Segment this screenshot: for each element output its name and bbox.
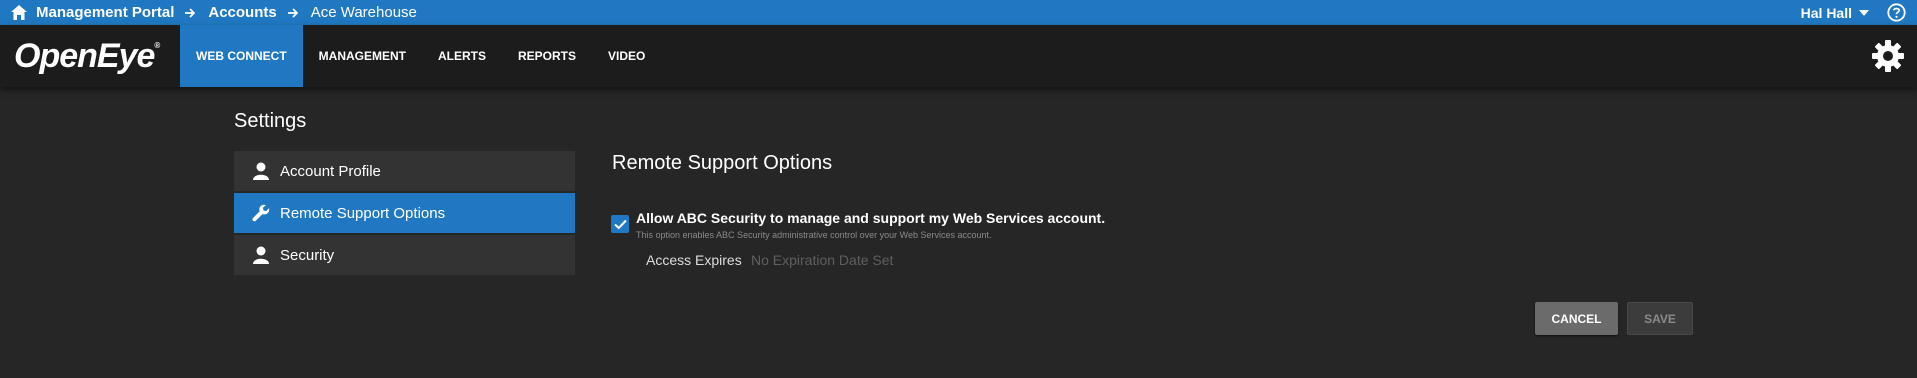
- help-icon[interactable]: [1887, 3, 1906, 22]
- check-icon: [613, 219, 627, 229]
- arrow-right-icon: [184, 6, 198, 20]
- panel-title: Remote Support Options: [612, 152, 833, 174]
- menu-item-label: Account Profile: [280, 162, 381, 180]
- wrench-icon: [251, 204, 270, 223]
- access-expires-label: Access Expires: [646, 252, 742, 268]
- save-button[interactable]: SAVE: [1627, 302, 1693, 335]
- cancel-button[interactable]: CANCEL: [1535, 302, 1618, 335]
- allow-support-label: Allow ABC Security to manage and support…: [636, 210, 1106, 226]
- allow-support-checkbox[interactable]: [611, 215, 629, 233]
- menu-item-label: Security: [280, 246, 335, 264]
- access-expires-value[interactable]: No Expiration Date Set: [751, 252, 893, 268]
- nav-reports[interactable]: REPORTS: [502, 25, 592, 87]
- openeye-logo[interactable]: OpenEye®: [14, 37, 160, 76]
- nav-management[interactable]: MANAGEMENT: [303, 25, 422, 87]
- menu-item-remote-support-options[interactable]: Remote Support Options: [234, 193, 575, 233]
- top-bar: Management Portal Accounts Ace Warehouse…: [0, 0, 1917, 25]
- user-icon: [251, 162, 270, 181]
- user-menu[interactable]: Hal Hall: [1801, 0, 1869, 25]
- breadcrumb-management-portal[interactable]: Management Portal: [36, 4, 174, 21]
- home-icon[interactable]: [10, 4, 28, 22]
- breadcrumb-accounts[interactable]: Accounts: [208, 4, 276, 21]
- menu-item-account-profile[interactable]: Account Profile: [234, 151, 575, 191]
- arrow-right-icon: [287, 6, 301, 20]
- user-icon: [251, 246, 270, 265]
- main-nav: OpenEye® WEB CONNECT MANAGEMENT ALERTS R…: [0, 25, 1917, 87]
- nav-web-connect[interactable]: WEB CONNECT: [180, 25, 303, 87]
- breadcrumb-ace-warehouse: Ace Warehouse: [310, 4, 417, 21]
- nav-video[interactable]: VIDEO: [592, 25, 661, 87]
- settings-title: Settings: [234, 110, 307, 132]
- allow-support-description: This option enables ABC Security adminis…: [636, 230, 992, 240]
- gear-icon[interactable]: [1871, 39, 1905, 73]
- user-name: Hal Hall: [1800, 4, 1852, 21]
- nav-items: WEB CONNECT MANAGEMENT ALERTS REPORTS VI…: [180, 25, 661, 87]
- menu-item-label: Remote Support Options: [280, 204, 446, 222]
- nav-alerts[interactable]: ALERTS: [422, 25, 502, 87]
- caret-down-icon: [1859, 9, 1869, 16]
- settings-menu: Account Profile Remote Support Options S…: [234, 151, 575, 277]
- menu-item-security[interactable]: Security: [234, 235, 575, 275]
